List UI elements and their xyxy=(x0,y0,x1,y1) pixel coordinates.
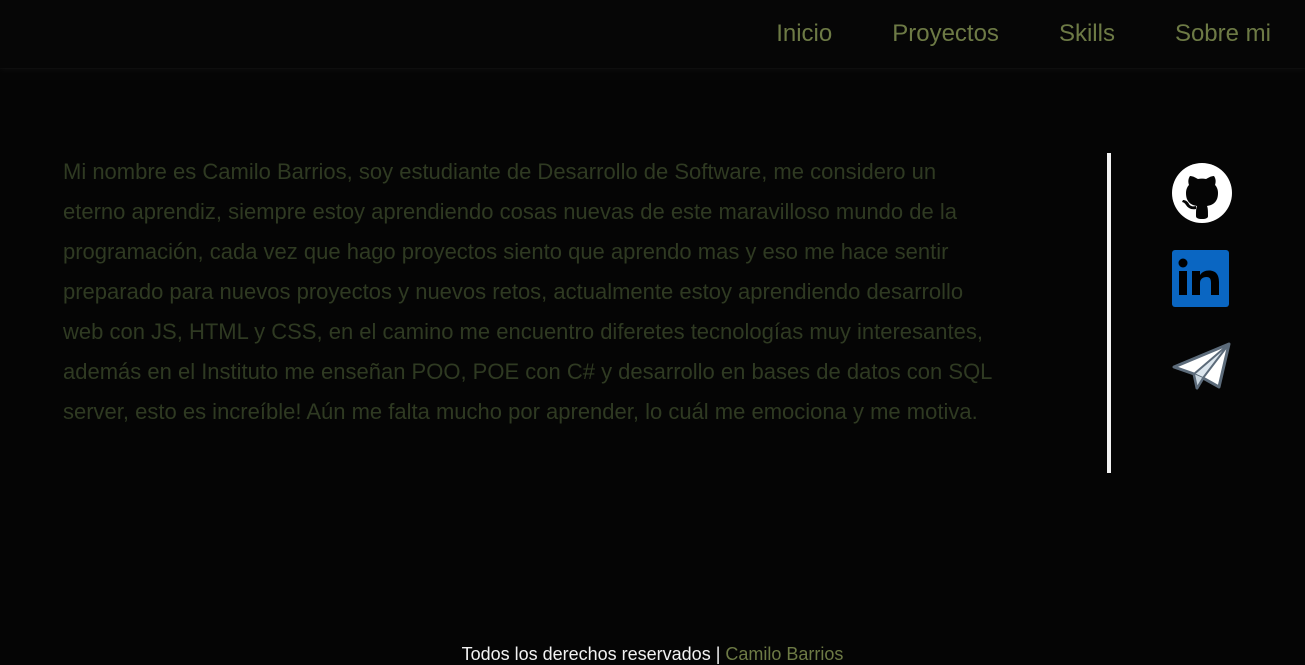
nav-link-skills[interactable]: Skills xyxy=(1059,22,1115,46)
telegram-icon xyxy=(1172,342,1231,390)
nav-link-sobre-mi[interactable]: Sobre mi xyxy=(1175,22,1271,46)
nav-link-proyectos[interactable]: Proyectos xyxy=(892,22,999,46)
footer: Todos los derechos reservados | Camilo B… xyxy=(0,643,1305,665)
footer-rights: Todos los derechos reservados | xyxy=(461,644,721,664)
nav-menu: Inicio Proyectos Skills Sobre mi xyxy=(776,0,1305,68)
github-link[interactable] xyxy=(1172,163,1232,223)
navbar: Inicio Proyectos Skills Sobre mi xyxy=(0,0,1305,68)
nav-link-inicio[interactable]: Inicio xyxy=(776,22,832,46)
vertical-divider xyxy=(1107,153,1111,473)
github-icon xyxy=(1172,163,1232,223)
linkedin-link[interactable] xyxy=(1172,250,1229,307)
telegram-link[interactable] xyxy=(1172,341,1232,391)
about-description: Mi nombre es Camilo Barrios, soy estudia… xyxy=(63,159,992,424)
footer-author-link[interactable]: Camilo Barrios xyxy=(725,644,843,664)
linkedin-icon xyxy=(1172,250,1229,307)
